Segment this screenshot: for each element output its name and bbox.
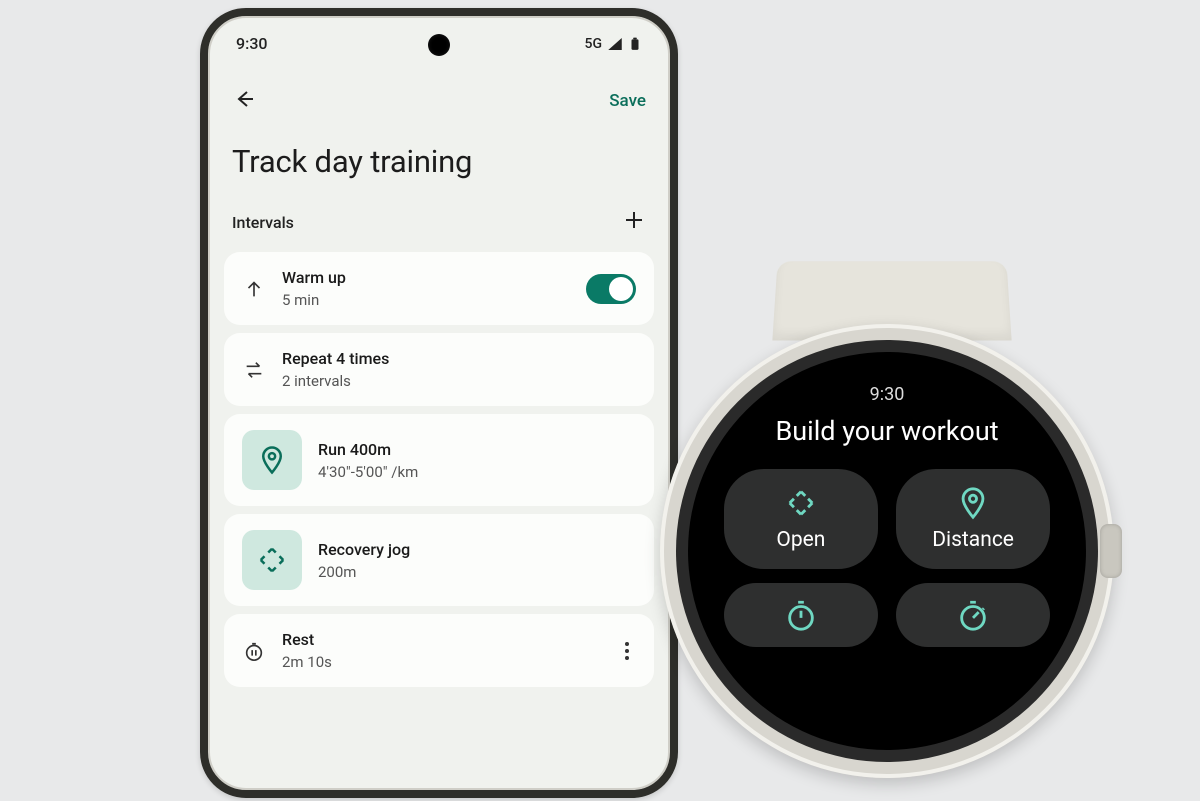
arrow-up-icon [242, 278, 266, 300]
back-button[interactable] [232, 87, 256, 115]
stopwatch-pause-icon [242, 640, 266, 662]
network-label: 5G [585, 36, 603, 52]
distance-pin-icon [242, 430, 302, 490]
interval-title: Warm up [282, 268, 570, 287]
interval-rest[interactable]: Rest 2m 10s [224, 614, 654, 687]
open-goal-button[interactable]: Open [724, 469, 878, 569]
watch-time: 9:30 [870, 384, 905, 405]
signal-icon [606, 35, 624, 53]
watch-device: 9:30 Build your workout Open Distance [660, 324, 1114, 778]
interval-warmup[interactable]: Warm up 5 min [224, 252, 654, 325]
watch-option-grid: Open Distance [724, 469, 1050, 647]
open-label: Open [776, 528, 825, 552]
status-indicators: 5G [585, 35, 643, 53]
interval-sub: 2m 10s [282, 653, 602, 671]
interval-sub: 200m [318, 563, 636, 581]
interval-recovery-jog[interactable]: Recovery jog 200m [224, 514, 654, 606]
move-arrows-icon [242, 530, 302, 590]
interval-title: Recovery jog [318, 540, 636, 559]
time-goal-button[interactable] [724, 583, 878, 647]
stopwatch-icon [784, 598, 818, 632]
watch-bezel: 9:30 Build your workout Open Distance [676, 340, 1098, 762]
intervals-header: Intervals [208, 208, 670, 252]
watch-crown[interactable] [1100, 524, 1122, 578]
interval-sub: 5 min [282, 291, 570, 309]
arrow-left-icon [232, 87, 256, 111]
more-menu-button[interactable] [618, 642, 636, 660]
page-title: Track day training [208, 125, 670, 208]
speed-goal-button[interactable] [896, 583, 1050, 647]
watch-title: Build your workout [775, 415, 998, 447]
interval-sub: 4'30"-5'00" /km [318, 463, 636, 481]
watch-face: 9:30 Build your workout Open Distance [688, 352, 1086, 750]
intervals-label: Intervals [232, 213, 294, 232]
app-bar: Save [208, 59, 670, 125]
map-pin-icon [956, 486, 990, 520]
interval-sub: 2 intervals [282, 372, 636, 390]
warmup-toggle[interactable] [586, 274, 636, 304]
distance-label: Distance [932, 528, 1014, 552]
interval-title: Run 400m [318, 440, 636, 459]
status-time: 9:30 [236, 34, 268, 53]
add-interval-button[interactable] [622, 208, 646, 236]
phone-device: 9:30 5G Save Track day training Interval… [200, 8, 678, 798]
interval-repeat[interactable]: Repeat 4 times 2 intervals [224, 333, 654, 406]
repeat-icon [242, 359, 266, 381]
intervals-list: Warm up 5 min Repeat 4 times 2 intervals… [208, 252, 670, 687]
speed-timer-icon [956, 598, 990, 632]
distance-goal-button[interactable]: Distance [896, 469, 1050, 569]
interval-run[interactable]: Run 400m 4'30"-5'00" /km [224, 414, 654, 506]
plus-icon [622, 208, 646, 232]
battery-icon [628, 35, 642, 53]
open-arrows-icon [784, 486, 818, 520]
camera-hole [428, 34, 450, 56]
interval-title: Rest [282, 630, 602, 649]
interval-title: Repeat 4 times [282, 349, 636, 368]
save-button[interactable]: Save [609, 91, 646, 111]
